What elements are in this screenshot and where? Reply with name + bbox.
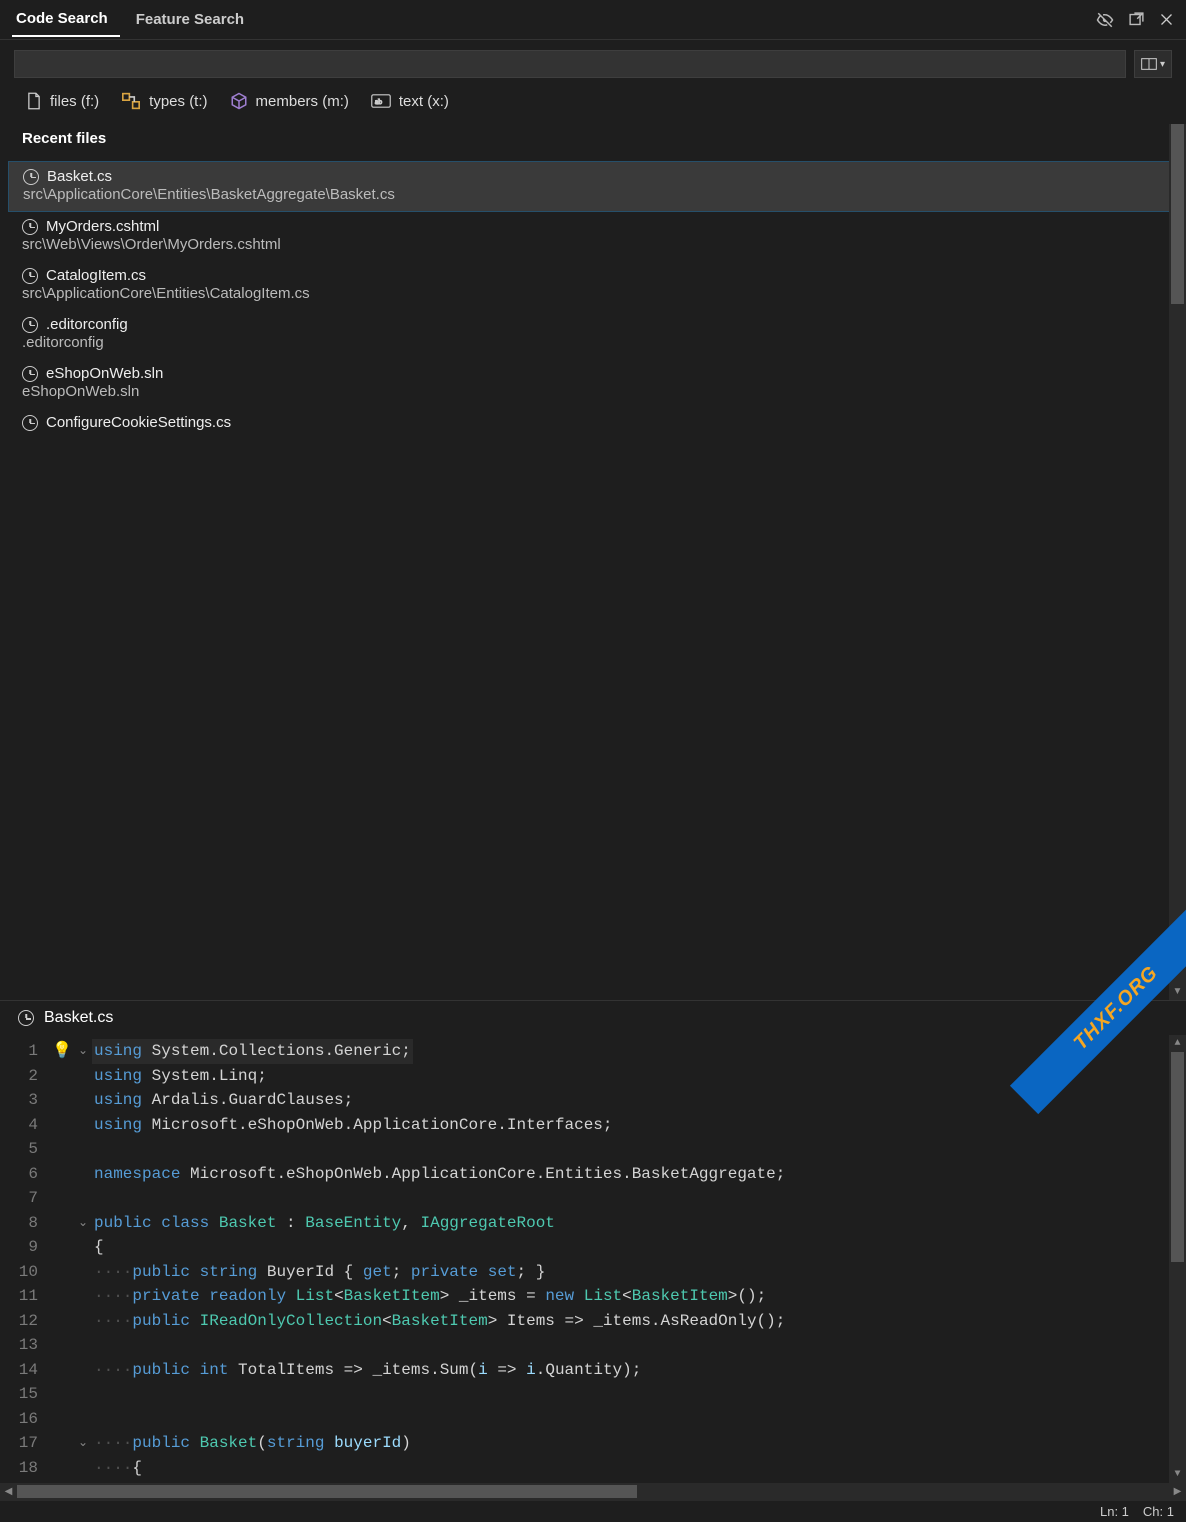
clock-icon bbox=[22, 219, 38, 235]
svg-text:ab: ab bbox=[375, 97, 382, 106]
search-row: ▾ bbox=[0, 40, 1186, 88]
clock-icon bbox=[22, 317, 38, 333]
search-input[interactable] bbox=[14, 50, 1126, 78]
recent-file-item[interactable]: Basket.cssrc\ApplicationCore\Entities\Ba… bbox=[8, 161, 1178, 212]
members-icon bbox=[230, 92, 248, 110]
preview-file-name: Basket.cs bbox=[44, 1009, 113, 1027]
recent-file-path: eShopOnWeb.sln bbox=[22, 383, 1164, 400]
recent-file-name: eShopOnWeb.sln bbox=[46, 365, 163, 382]
open-external-icon[interactable] bbox=[1128, 11, 1145, 28]
results-scrollbar[interactable]: ▲ ▼ bbox=[1169, 124, 1186, 1000]
clock-icon bbox=[23, 169, 39, 185]
search-scope-dropdown[interactable]: ▾ bbox=[1134, 50, 1172, 78]
hide-preview-icon[interactable] bbox=[1096, 11, 1114, 29]
preview-vscrollbar[interactable]: ▲ ▼ bbox=[1169, 1035, 1186, 1483]
clock-icon bbox=[22, 268, 38, 284]
recent-file-name: .editorconfig bbox=[46, 316, 128, 333]
code-area[interactable]: using System.Collections.Generic;using S… bbox=[90, 1035, 1186, 1483]
section-recent-files: Recent files bbox=[0, 124, 1186, 161]
recent-file-path: src\ApplicationCore\Entities\CatalogItem… bbox=[22, 285, 1164, 302]
recent-file-item[interactable]: ConfigureCookieSettings.cs bbox=[0, 408, 1186, 439]
results-pane: Recent files Basket.cssrc\ApplicationCor… bbox=[0, 124, 1186, 1000]
fold-margin[interactable]: ⌄ ⌄ ⌄ bbox=[76, 1035, 90, 1483]
recent-file-item[interactable]: MyOrders.cshtmlsrc\Web\Views\Order\MyOrd… bbox=[0, 212, 1186, 261]
tab-code-search[interactable]: Code Search bbox=[12, 2, 120, 37]
close-icon[interactable] bbox=[1159, 12, 1174, 27]
filter-files-label: files (f:) bbox=[50, 93, 99, 110]
types-icon bbox=[121, 92, 141, 110]
code-preview[interactable]: 123456789101112131415161718 💡 ⌄ ⌄ ⌄ usin… bbox=[0, 1035, 1186, 1483]
recent-file-name: MyOrders.cshtml bbox=[46, 218, 159, 235]
recent-file-path: src\ApplicationCore\Entities\BasketAggre… bbox=[23, 186, 1163, 203]
filter-text[interactable]: ab text (x:) bbox=[371, 93, 449, 110]
status-column: Ch: 1 bbox=[1143, 1504, 1174, 1519]
recent-file-path: src\Web\Views\Order\MyOrders.cshtml bbox=[22, 236, 1164, 253]
clock-icon bbox=[22, 415, 38, 431]
filter-members-label: members (m:) bbox=[256, 93, 349, 110]
filter-text-label: text (x:) bbox=[399, 93, 449, 110]
recent-file-name: ConfigureCookieSettings.cs bbox=[46, 414, 231, 431]
status-line: Ln: 1 bbox=[1100, 1504, 1129, 1519]
text-icon: ab bbox=[371, 94, 391, 108]
preview-header: Basket.cs bbox=[0, 1000, 1186, 1035]
search-filters: files (f:) types (t:) members (m:) ab te… bbox=[0, 88, 1186, 124]
recent-file-item[interactable]: CatalogItem.cssrc\ApplicationCore\Entiti… bbox=[0, 261, 1186, 310]
titlebar: Code Search Feature Search bbox=[0, 0, 1186, 40]
file-icon bbox=[26, 92, 42, 110]
recent-file-name: CatalogItem.cs bbox=[46, 267, 146, 284]
line-number-gutter: 123456789101112131415161718 bbox=[0, 1035, 48, 1483]
recent-file-item[interactable]: .editorconfig.editorconfig bbox=[0, 310, 1186, 359]
clock-icon bbox=[22, 366, 38, 382]
filter-types[interactable]: types (t:) bbox=[121, 92, 207, 110]
filter-types-label: types (t:) bbox=[149, 93, 207, 110]
filter-files[interactable]: files (f:) bbox=[26, 92, 99, 110]
recent-file-path: .editorconfig bbox=[22, 334, 1164, 351]
recent-file-item[interactable]: eShopOnWeb.slneShopOnWeb.sln bbox=[0, 359, 1186, 408]
filter-members[interactable]: members (m:) bbox=[230, 92, 349, 110]
clock-icon bbox=[18, 1010, 34, 1026]
tab-feature-search[interactable]: Feature Search bbox=[132, 3, 256, 36]
glyph-margin: 💡 bbox=[48, 1035, 76, 1483]
status-bar: Ln: 1 Ch: 1 bbox=[0, 1500, 1186, 1522]
recent-file-name: Basket.cs bbox=[47, 168, 112, 185]
preview-hscrollbar[interactable]: ◀ ▶ bbox=[0, 1483, 1186, 1500]
